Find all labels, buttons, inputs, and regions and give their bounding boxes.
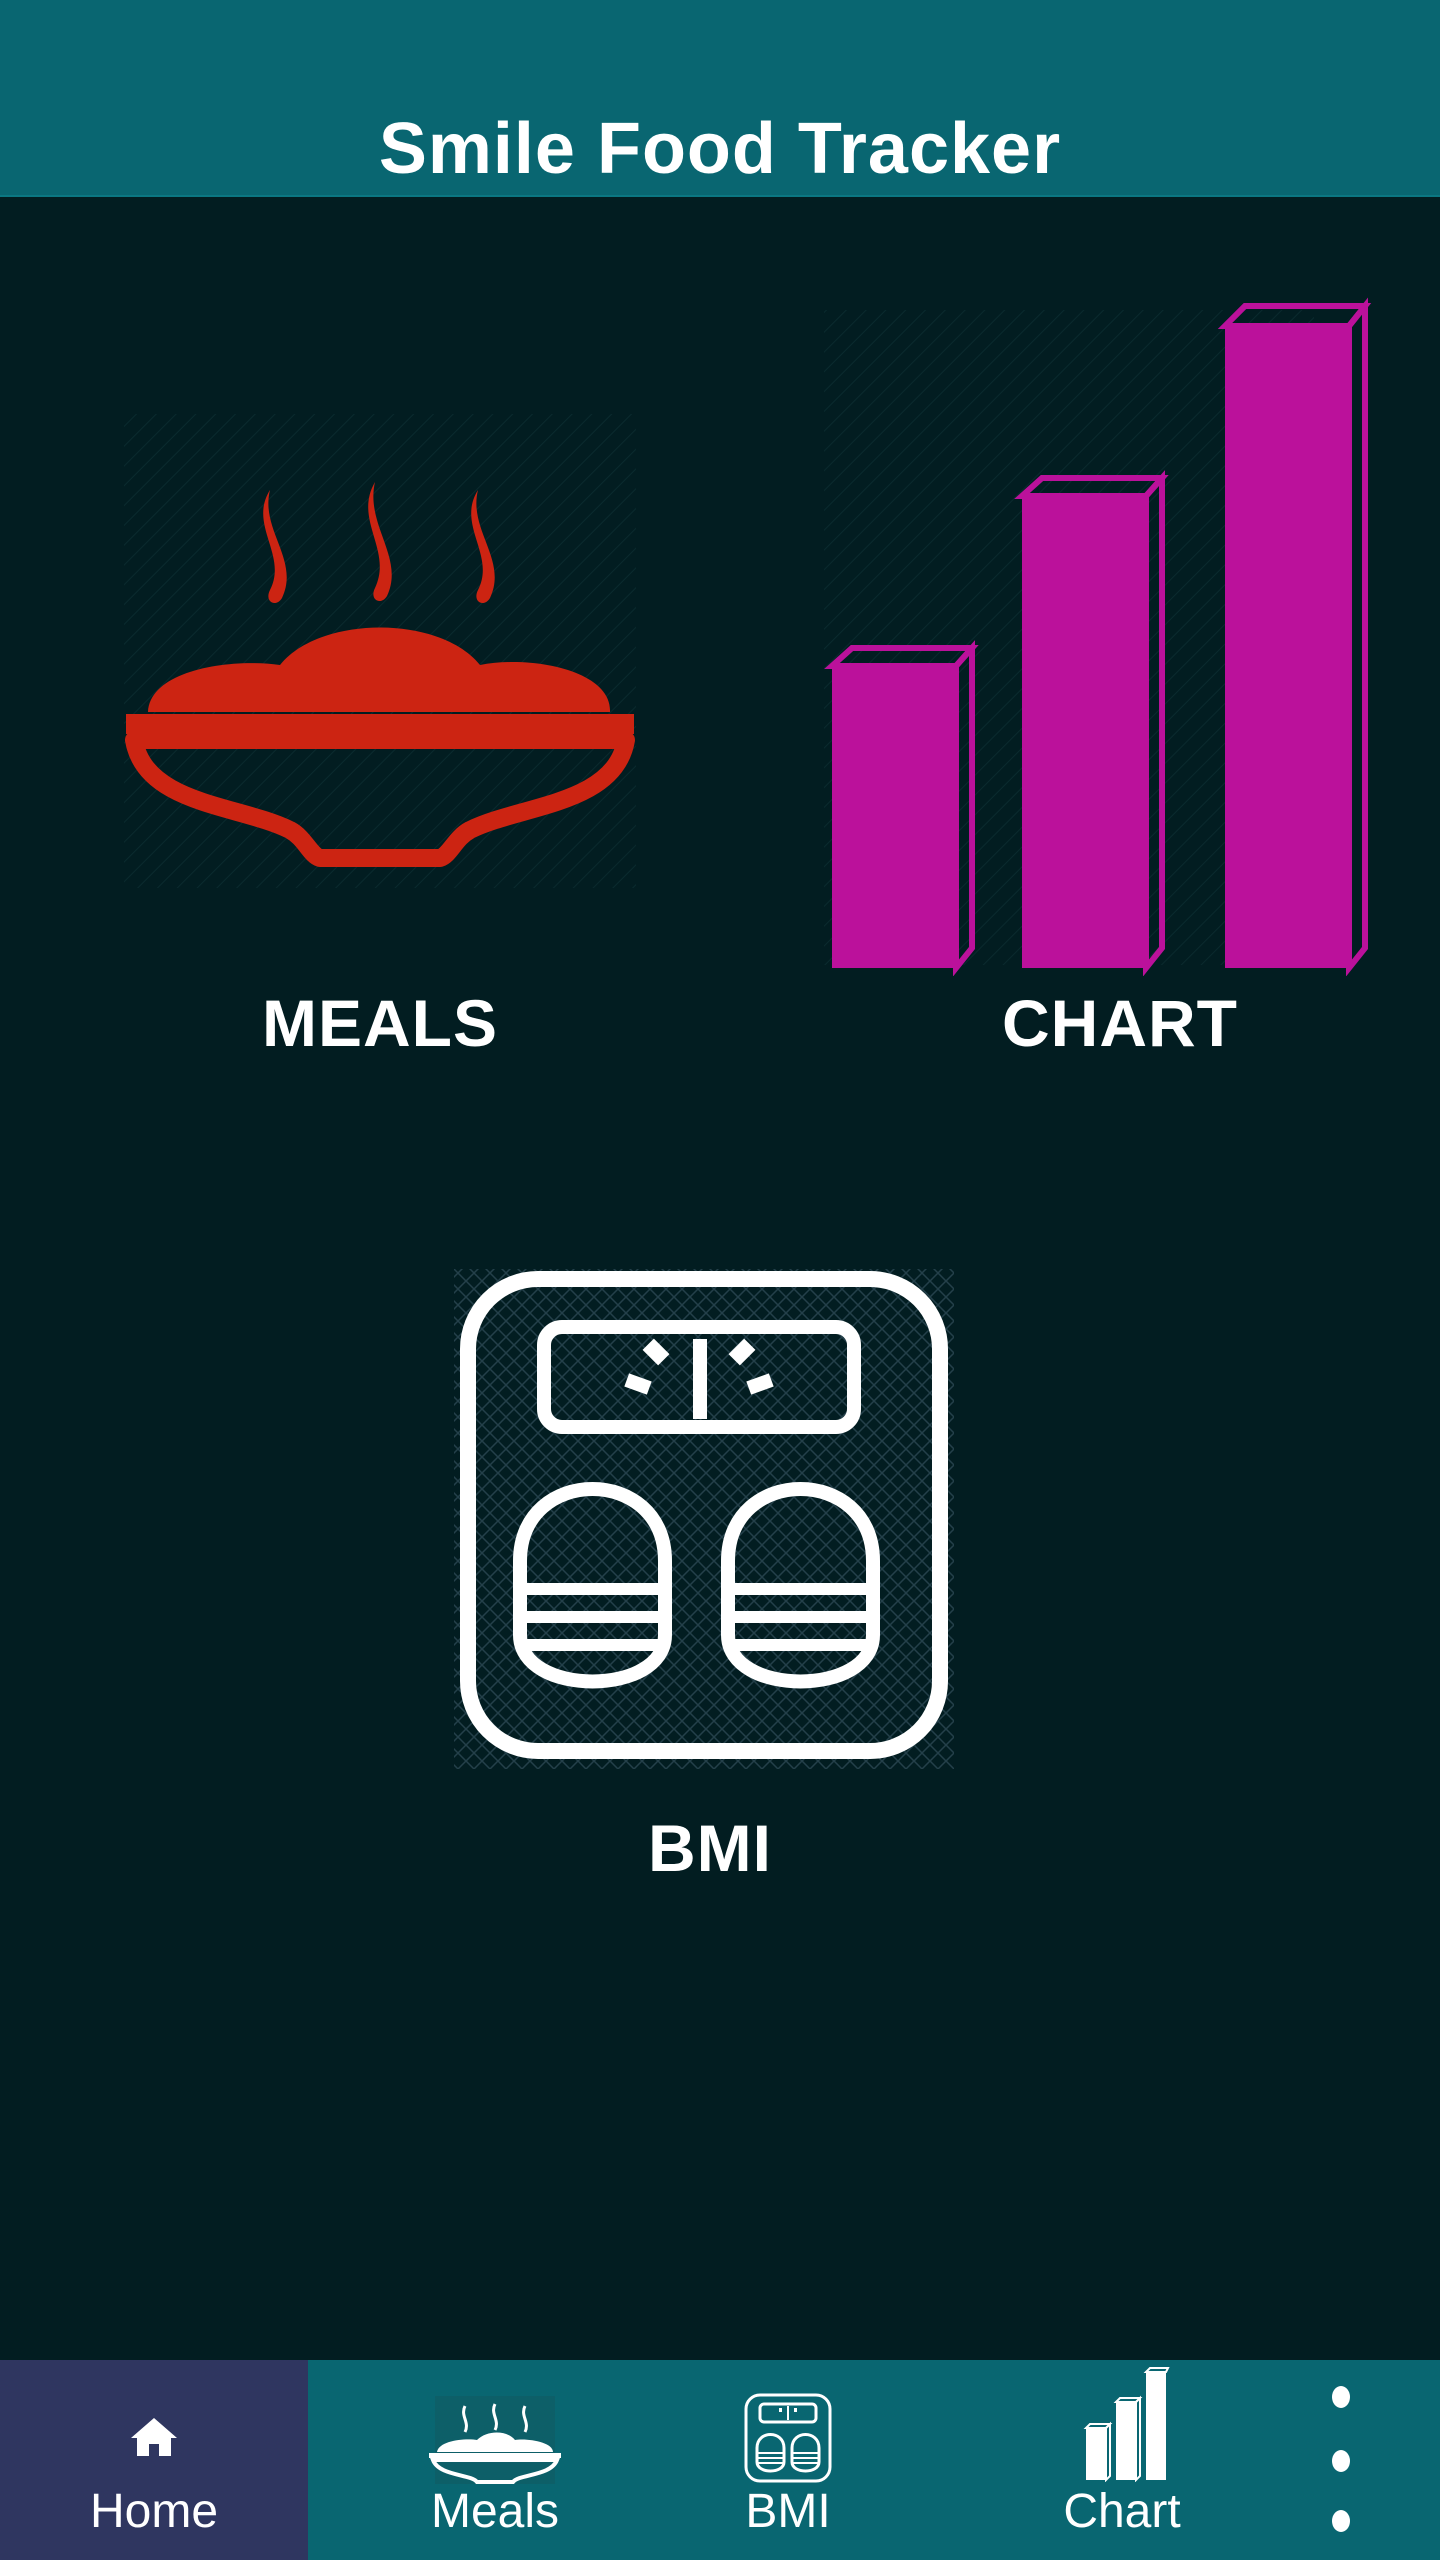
bar-chart-icon [824,297,1372,976]
nav-home[interactable]: Home [0,2360,308,2560]
bottom-navigation: Home Meals BMI Chart [0,2360,1440,2560]
meals-label: MEALS [262,986,498,1060]
bar-chart-icon [1083,2367,1170,2482]
bathroom-scale-icon [454,1269,954,1769]
scale-icon [744,2393,832,2483]
nav-chart-label: Chart [1063,2485,1181,2538]
nav-bmi-label: BMI [745,2485,831,2538]
nav-meals-label: Meals [430,2485,560,2538]
more-options-button[interactable] [1300,2360,1390,2560]
app-bar: Smile Food Tracker [0,0,1440,197]
bowl-icon [429,2396,561,2484]
bmi-label: BMI [648,1811,772,1885]
nav-chart[interactable]: Chart [1034,2360,1210,2560]
nav-bmi[interactable]: BMI [700,2360,876,2560]
app-screen: Smile Food Tracker MEALS CHART BMI Home … [0,0,1440,2560]
meals-tile[interactable]: MEALS [120,410,640,1070]
home-icon [131,2418,177,2456]
chart-label: CHART [1002,986,1238,1060]
app-title: Smile Food Tracker [378,109,1062,189]
nav-home-label: Home [89,2485,219,2538]
chart-tile[interactable]: CHART [820,296,1380,1070]
nav-meals[interactable]: Meals [390,2360,600,2560]
bmi-tile[interactable]: BMI [450,1265,970,1895]
steaming-bowl-icon [124,414,636,888]
